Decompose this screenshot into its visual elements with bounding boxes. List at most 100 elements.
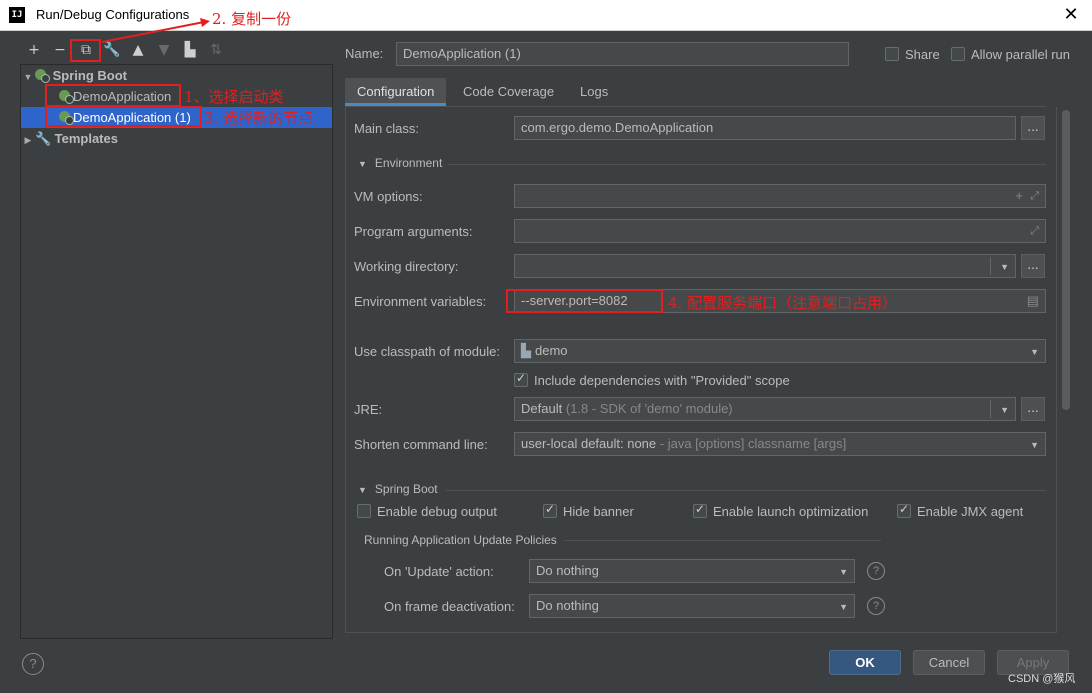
working-directory-label: Working directory:: [354, 259, 459, 274]
dropdown-separator: [990, 257, 991, 275]
chevron-down-icon: ▼: [839, 602, 848, 612]
include-dependencies-checkbox[interactable]: Include dependencies with "Provided" sco…: [514, 371, 790, 388]
shorten-command-line-select[interactable]: user-local default: none - java [options…: [514, 432, 1046, 456]
spring-boot-section-header[interactable]: ▼ Spring Boot: [358, 482, 438, 496]
on-frame-deactivation-select[interactable]: Do nothing ▼: [529, 594, 855, 618]
tab-configuration[interactable]: Configuration: [345, 78, 447, 106]
main-class-input[interactable]: com.ergo.demo.DemoApplication: [514, 116, 1016, 140]
launch-optimization-checkbox[interactable]: Enable launch optimization: [693, 502, 869, 519]
spring-boot-section-label: Spring Boot: [374, 482, 438, 496]
jre-label: JRE:: [354, 402, 383, 417]
chevron-down-icon: ▼: [1030, 347, 1039, 357]
dropdown-separator: [990, 400, 991, 418]
shorten-value: user-local default: none: [521, 436, 657, 451]
wrench-icon: 🔧: [35, 131, 52, 146]
update-policies-title: Running Application Update Policies: [364, 533, 557, 547]
browse-jre-button[interactable]: ...: [1021, 397, 1045, 421]
help-icon[interactable]: ?: [867, 597, 885, 615]
annotation-box-copy: [70, 39, 101, 62]
vm-options-label: VM options:: [354, 189, 423, 204]
section-divider: [448, 164, 1046, 165]
environment-section-header[interactable]: ▼ Environment: [358, 156, 442, 170]
enable-debug-output-label: Enable debug output: [377, 504, 497, 519]
classpath-module-value: demo: [535, 343, 568, 358]
expanded-arrow-icon: ▼: [358, 485, 367, 495]
tree-group-spring-boot[interactable]: ▼ Spring Boot: [21, 65, 332, 86]
checkbox-icon: [357, 504, 371, 518]
tab-logs[interactable]: Logs: [568, 78, 620, 106]
expand-icon[interactable]: ⤢: [1030, 220, 1039, 242]
program-arguments-label: Program arguments:: [354, 224, 473, 239]
hide-banner-checkbox[interactable]: Hide banner: [543, 502, 634, 519]
share-label: Share: [905, 47, 940, 62]
allow-parallel-label: Allow parallel run: [971, 47, 1070, 62]
annotation-step-1: 1、选择启动类: [184, 88, 284, 106]
checkbox-checked-icon: [514, 371, 528, 387]
tab-code-coverage[interactable]: Code Coverage: [451, 78, 566, 106]
remove-icon[interactable]: −: [50, 40, 70, 60]
include-dependencies-label: Include dependencies with "Provided" sco…: [534, 373, 790, 388]
classpath-module-label: Use classpath of module:: [354, 344, 500, 359]
checkbox-icon: [951, 47, 965, 61]
jre-hint: (1.8 - SDK of 'demo' module): [565, 401, 733, 416]
document-icon[interactable]: ▤: [1027, 290, 1039, 312]
checkbox-checked-icon: [693, 502, 707, 518]
scrollbar[interactable]: [1062, 110, 1070, 410]
chevron-down-icon[interactable]: ▼: [1000, 398, 1009, 420]
shorten-command-line-label: Shorten command line:: [354, 437, 488, 452]
checkbox-checked-icon: [897, 502, 911, 518]
spring-boot-icon: [35, 69, 50, 83]
annotation-box-env-vars: [506, 289, 663, 313]
intellij-icon: IJ: [9, 7, 25, 23]
on-update-value: Do nothing: [536, 563, 599, 578]
jmx-agent-checkbox[interactable]: Enable JMX agent: [897, 502, 1023, 519]
close-icon[interactable]: ✕: [1060, 4, 1082, 26]
chevron-down-icon: ▼: [839, 567, 848, 577]
browse-working-directory-button[interactable]: ...: [1021, 254, 1045, 278]
add-icon[interactable]: +: [24, 40, 44, 60]
cancel-button[interactable]: Cancel: [913, 650, 985, 675]
watermark: CSDN @猴风: [1008, 673, 1076, 685]
working-directory-input[interactable]: ▼: [514, 254, 1016, 278]
tree-group-templates[interactable]: ▶ 🔧 Templates: [21, 128, 332, 149]
browse-main-class-button[interactable]: ...: [1021, 116, 1045, 140]
annotation-step-4: 4. 配置服务端口（注意端口占用）: [668, 294, 898, 312]
name-input[interactable]: DemoApplication (1): [396, 42, 849, 66]
collapsed-arrow-icon[interactable]: ▶: [21, 130, 35, 151]
enable-debug-output-checkbox[interactable]: Enable debug output: [357, 504, 497, 519]
tree-group-label: Spring Boot: [52, 68, 128, 83]
jre-value: Default: [521, 401, 563, 416]
classpath-module-select[interactable]: ▙ demo ▼: [514, 339, 1046, 363]
add-icon[interactable]: +: [1015, 185, 1023, 207]
chevron-down-icon[interactable]: ▼: [1000, 255, 1009, 277]
section-divider: [564, 540, 881, 541]
shorten-hint: - java [options] classname [args]: [659, 436, 847, 451]
annotation-arrow: [101, 18, 210, 43]
annotation-step-3: 3. 选择新的节点: [204, 109, 314, 127]
program-arguments-input[interactable]: ⤢: [514, 219, 1046, 243]
chevron-down-icon: ▼: [1030, 440, 1039, 450]
allow-parallel-checkbox[interactable]: Allow parallel run: [951, 47, 1070, 62]
module-folder-icon: ▙: [521, 343, 531, 358]
main-class-label: Main class:: [354, 121, 420, 136]
vm-options-input[interactable]: + ⤢: [514, 184, 1046, 208]
expanded-arrow-icon[interactable]: ▼: [21, 67, 35, 88]
on-frame-deactivation-value: Do nothing: [536, 598, 599, 613]
share-checkbox[interactable]: Share: [885, 47, 940, 62]
environment-variables-label: Environment variables:: [354, 294, 487, 309]
expand-icon[interactable]: ⤢: [1030, 185, 1039, 207]
annotation-step-2: 2. 复制一份: [212, 10, 292, 28]
annotation-box-select-class: [45, 84, 181, 107]
on-update-select[interactable]: Do nothing ▼: [529, 559, 855, 583]
jre-select[interactable]: Default (1.8 - SDK of 'demo' module) ▼: [514, 397, 1016, 421]
help-icon[interactable]: ?: [867, 562, 885, 580]
configuration-tree: ▼ Spring Boot DemoApplication DemoApplic…: [20, 64, 333, 639]
environment-section-label: Environment: [374, 156, 443, 170]
name-label: Name:: [345, 46, 384, 61]
launch-optimization-label: Enable launch optimization: [713, 504, 869, 519]
section-divider: [446, 490, 1046, 491]
help-button[interactable]: ?: [22, 653, 44, 675]
tree-group-label: Templates: [54, 131, 118, 146]
expanded-arrow-icon: ▼: [358, 159, 367, 169]
ok-button[interactable]: OK: [829, 650, 901, 675]
